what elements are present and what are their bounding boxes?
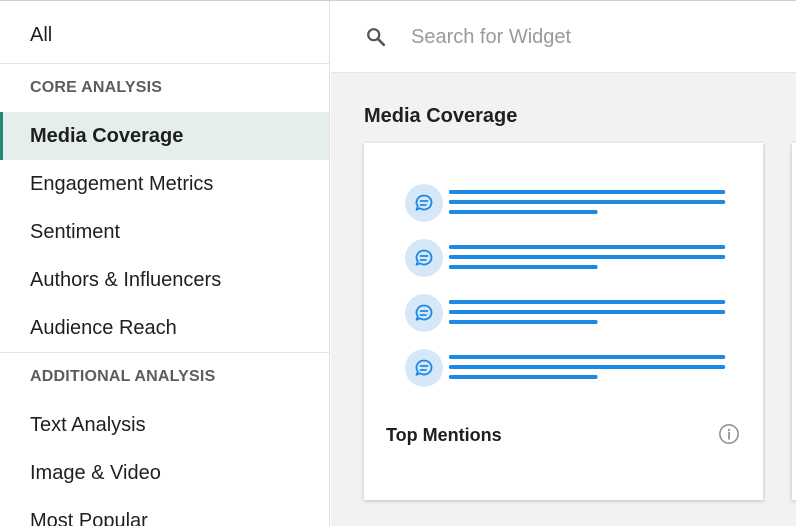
search-bar xyxy=(331,1,796,73)
widget-card-partial[interactable] xyxy=(792,143,796,500)
sidebar-item-image-video[interactable]: Image & Video xyxy=(0,449,329,497)
sidebar-item-engagement-metrics[interactable]: Engagement Metrics xyxy=(0,160,329,208)
widget-gallery: Media Coverage xyxy=(331,1,796,526)
search-input[interactable] xyxy=(411,19,771,55)
widget-name: Top Mentions xyxy=(386,425,502,445)
category-sidebar: All CORE ANALYSIS Media Coverage Engagem… xyxy=(0,1,330,526)
search-icon xyxy=(367,28,386,47)
sidebar-item-authors-influencers[interactable]: Authors & Influencers xyxy=(0,256,329,304)
info-icon[interactable] xyxy=(718,423,740,445)
chat-bubble-icon xyxy=(405,294,443,332)
sidebar-item-all[interactable]: All xyxy=(0,1,329,64)
section-header-core-analysis: CORE ANALYSIS xyxy=(30,79,163,96)
preview-row xyxy=(405,349,726,387)
sidebar-item-sentiment[interactable]: Sentiment xyxy=(0,208,329,256)
preview-row xyxy=(405,294,726,332)
sidebar-item-most-popular[interactable]: Most Popular xyxy=(0,497,329,526)
chat-bubble-icon xyxy=(405,239,443,277)
preview-row xyxy=(405,184,726,222)
sidebar-item-text-analysis[interactable]: Text Analysis xyxy=(0,401,329,449)
sidebar-item-media-coverage[interactable]: Media Coverage xyxy=(0,112,329,160)
preview-row xyxy=(405,239,726,277)
widget-preview xyxy=(405,184,726,387)
widget-card-top-mentions[interactable]: Top Mentions xyxy=(364,143,763,500)
sidebar-item-audience-reach[interactable]: Audience Reach xyxy=(0,304,329,352)
section-title: Media Coverage xyxy=(364,105,518,127)
chat-bubble-icon xyxy=(405,184,443,222)
widget-picker: All CORE ANALYSIS Media Coverage Engagem… xyxy=(0,0,796,526)
chat-bubble-icon xyxy=(405,349,443,387)
section-header-additional-analysis: ADDITIONAL ANALYSIS xyxy=(30,368,216,385)
